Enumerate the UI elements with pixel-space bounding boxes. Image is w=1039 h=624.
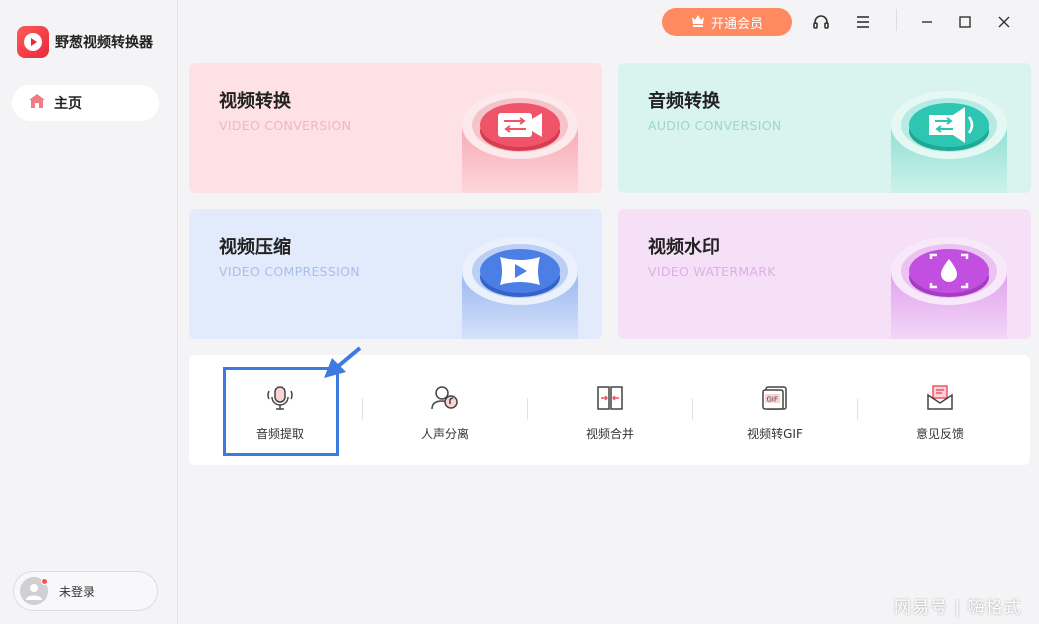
minimize-icon[interactable]	[915, 10, 939, 34]
vip-button-label: 开通会员	[710, 16, 763, 32]
sidebar-item-label: 主页	[54, 96, 82, 112]
vip-membership-button[interactable]: 开通会员	[662, 8, 792, 36]
headset-support-icon[interactable]	[809, 10, 833, 34]
video-compress-icon	[462, 237, 578, 339]
pointer-arrow-icon	[324, 346, 362, 378]
card-subtitle: VIDEO COMPRESSION	[219, 264, 360, 279]
gif-icon: GIF	[760, 383, 790, 413]
tool-video-merge[interactable]: 视频合并	[535, 355, 685, 465]
tool-divider	[692, 398, 693, 420]
card-title: 视频转换	[219, 91, 291, 112]
tool-divider	[362, 398, 363, 420]
maximize-icon[interactable]	[953, 10, 977, 34]
tool-voice-separation[interactable]: 人声分离	[370, 355, 520, 465]
voice-separate-icon	[430, 383, 460, 413]
card-video-conversion[interactable]: 视频转换 VIDEO CONVERSION	[189, 63, 602, 193]
card-subtitle: VIDEO CONVERSION	[219, 118, 352, 133]
video-convert-icon	[462, 91, 578, 193]
video-merge-icon	[595, 383, 625, 413]
login-button[interactable]: 未登录	[13, 571, 158, 611]
tool-label: 视频转GIF	[747, 427, 803, 441]
video-watermark-icon	[891, 237, 1007, 339]
close-icon[interactable]	[992, 10, 1016, 34]
card-title: 视频水印	[648, 237, 720, 258]
menu-icon[interactable]	[851, 10, 875, 34]
card-video-watermark[interactable]: 视频水印 VIDEO WATERMARK	[618, 209, 1031, 339]
titlebar-divider	[896, 9, 897, 31]
notification-dot	[41, 578, 48, 585]
card-subtitle: AUDIO CONVERSION	[648, 118, 782, 133]
feedback-mail-icon	[925, 383, 955, 413]
tool-divider	[857, 398, 858, 420]
card-title: 视频压缩	[219, 237, 291, 258]
tool-label: 人声分离	[420, 427, 469, 441]
card-audio-conversion[interactable]: 音频转换 AUDIO CONVERSION	[618, 63, 1031, 193]
app-name: 野葱视频转换器	[55, 35, 153, 51]
avatar	[20, 577, 48, 605]
card-title: 音频转换	[648, 91, 720, 112]
watermark: 网易号 | 嗨格式	[894, 598, 1022, 618]
tool-label: 视频合并	[585, 427, 634, 441]
sidebar-item-home[interactable]: 主页	[12, 85, 159, 121]
login-status: 未登录	[59, 584, 96, 599]
home-icon	[28, 93, 46, 113]
tool-divider	[527, 398, 528, 420]
svg-text:GIF: GIF	[767, 396, 779, 404]
app-logo-icon	[17, 26, 49, 58]
audio-convert-icon	[891, 91, 1007, 193]
tool-feedback[interactable]: 意见反馈	[865, 355, 1015, 465]
card-video-compression[interactable]: 视频压缩 VIDEO COMPRESSION	[189, 209, 602, 339]
card-subtitle: VIDEO WATERMARK	[648, 264, 776, 279]
tool-video-to-gif[interactable]: GIF 视频转GIF	[700, 355, 850, 465]
tool-label: 意见反馈	[915, 427, 964, 441]
sidebar: 野葱视频转换器 主页 未登录	[0, 0, 178, 624]
app-brand: 野葱视频转换器	[17, 26, 153, 58]
crown-icon	[691, 14, 705, 31]
